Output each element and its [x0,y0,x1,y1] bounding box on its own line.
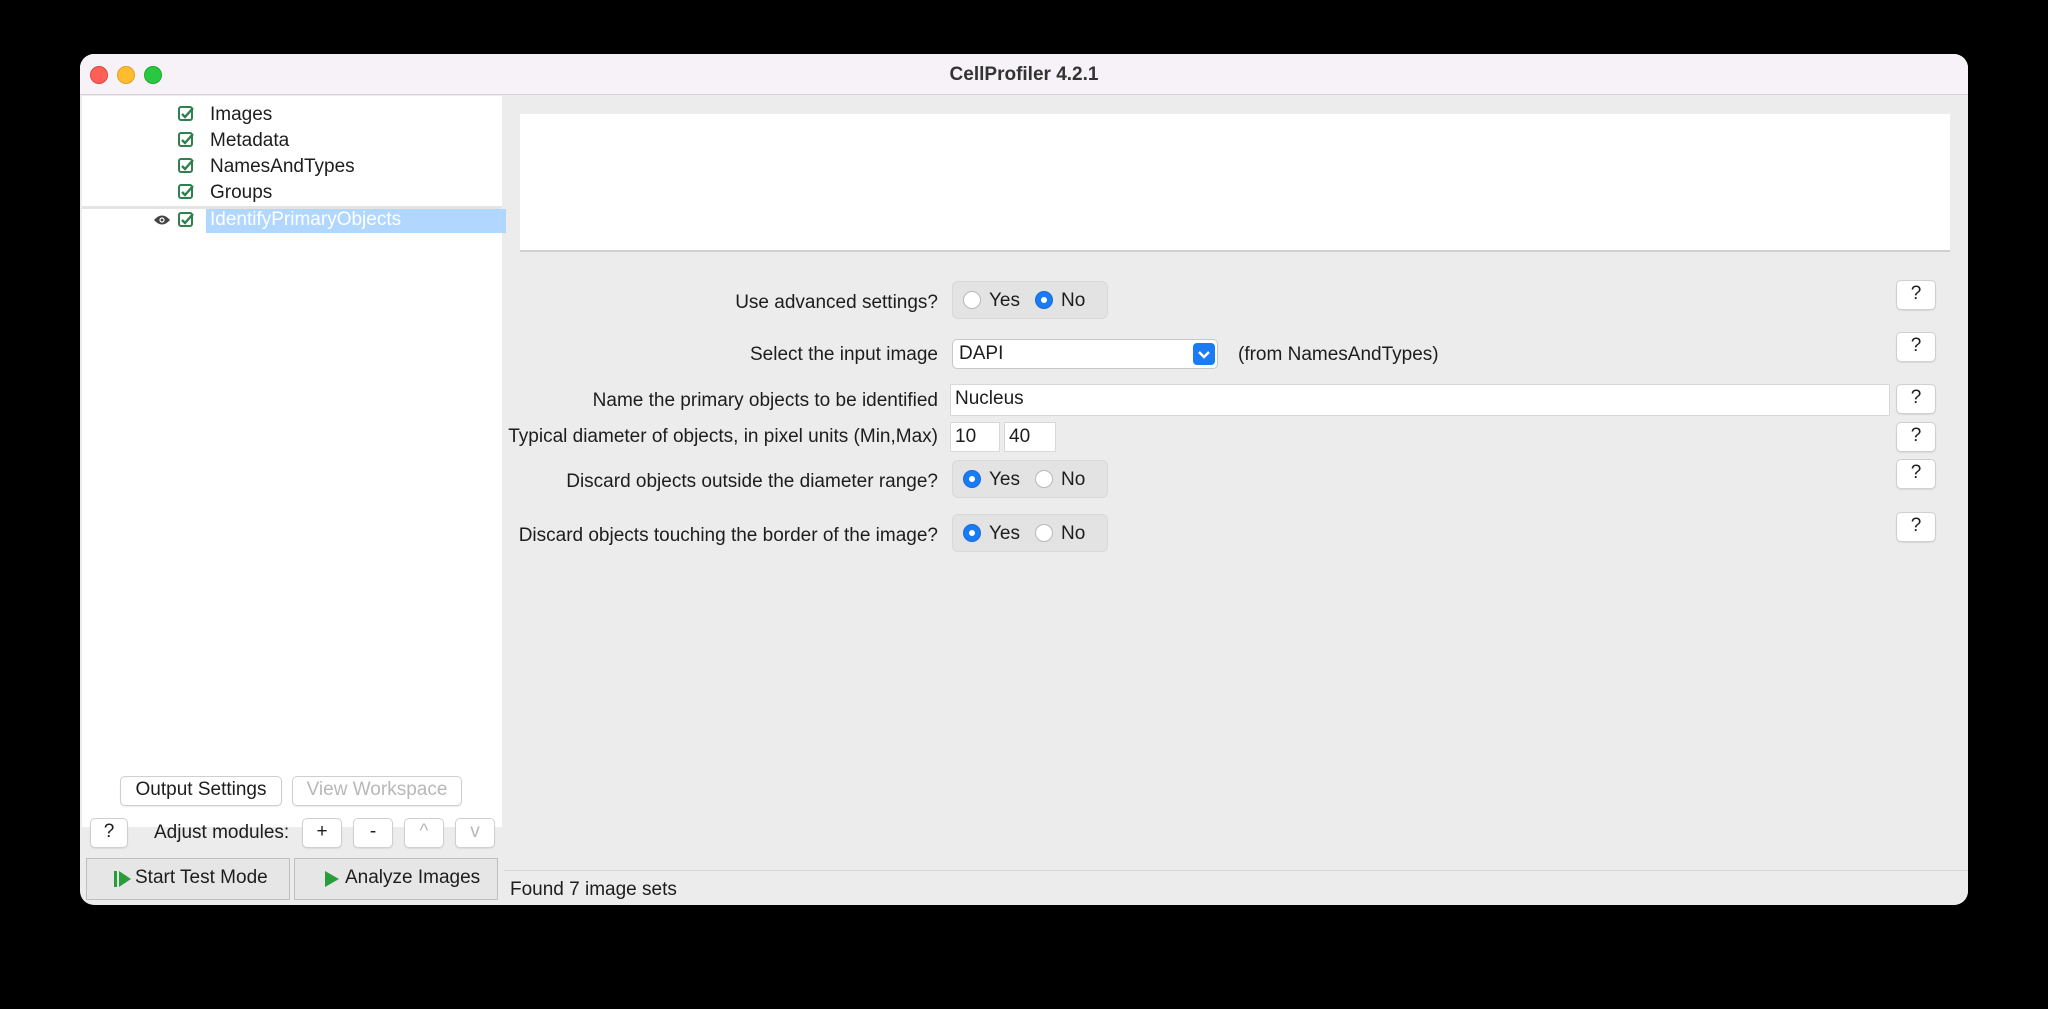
advanced-no-radio[interactable] [1035,291,1053,309]
checkbox-checked-icon[interactable] [178,212,194,228]
view-workspace-button[interactable]: View Workspace [292,776,462,806]
help-button[interactable]: ? [90,818,128,848]
help-button[interactable]: ? [1896,332,1936,362]
help-button[interactable]: ? [1896,422,1936,452]
advanced-settings-label: Use advanced settings? [735,292,938,313]
module-label: Metadata [210,130,290,151]
start-test-mode-button[interactable]: Start Test Mode [86,858,290,900]
help-button[interactable]: ? [1896,280,1936,310]
input-image-value: DAPI [959,343,1004,364]
radio-label: Yes [989,523,1020,544]
radio-label: No [1061,523,1086,544]
diameter-label: Typical diameter of objects, in pixel un… [508,426,938,447]
checkbox-checked-icon[interactable] [178,184,194,200]
checkbox-checked-icon[interactable] [178,132,194,148]
discard-outside-label: Discard objects outside the diameter ran… [566,471,938,492]
discard-outside-yes-radio[interactable] [963,470,981,488]
analyze-images-button[interactable]: Analyze Images [294,858,498,900]
input-image-select[interactable]: DAPI [952,339,1218,369]
module-label: Images [210,104,273,125]
discard-border-radio-group: Yes No [952,514,1108,552]
module-label: NamesAndTypes [210,156,355,177]
window-title: CellProfiler 4.2.1 [949,64,1099,85]
checkbox-checked-icon[interactable] [178,106,194,122]
object-name-input[interactable]: Nucleus [950,384,1890,416]
chevron-down-icon [1193,343,1215,365]
remove-module-button[interactable]: - [353,818,393,848]
eye-icon[interactable] [153,214,171,226]
module-row-metadata[interactable]: Metadata [82,128,502,154]
output-settings-button[interactable]: Output Settings [120,776,282,806]
title-bar: CellProfiler 4.2.1 [80,54,1968,95]
module-label: Groups [210,182,273,203]
move-module-down-button[interactable]: v [455,818,495,848]
discard-border-label: Discard objects touching the border of t… [518,525,938,546]
discard-outside-no-radio[interactable] [1035,470,1053,488]
start-test-mode-label: Start Test Mode [135,867,268,888]
module-row-identifyprimaryobjects[interactable]: IdentifyPrimaryObjects [82,208,506,234]
radio-label: No [1061,469,1086,490]
app-window: CellProfiler 4.2.1 Images Metadata Names… [80,54,1968,905]
discard-border-no-radio[interactable] [1035,524,1053,542]
diameter-max-input[interactable]: 40 [1004,422,1056,452]
discard-border-yes-radio[interactable] [963,524,981,542]
module-label: IdentifyPrimaryObjects [206,209,506,233]
radio-label: No [1061,290,1086,311]
advanced-yes-radio[interactable] [963,291,981,309]
status-text: Found 7 image sets [510,879,677,900]
input-image-label: Select the input image [749,344,938,365]
advanced-settings-radio-group: Yes No [952,281,1108,319]
input-image-source-note: (from NamesAndTypes) [1238,344,1439,365]
checkbox-checked-icon[interactable] [178,158,194,174]
help-button[interactable]: ? [1896,512,1936,542]
radio-label: Yes [989,290,1020,311]
help-button[interactable]: ? [1896,384,1936,414]
add-module-button[interactable]: + [302,818,342,848]
test-mode-icon [114,871,131,887]
move-module-up-button[interactable]: ^ [404,818,444,848]
module-row-images[interactable]: Images [82,102,502,128]
discard-outside-radio-group: Yes No [952,460,1108,498]
pipeline-module-list[interactable]: Images Metadata NamesAndTypes Groups Ide… [82,96,506,827]
object-name-label: Name the primary objects to be identifie… [592,390,938,411]
status-bar: Found 7 image sets [504,870,1968,905]
adjust-modules-label: Adjust modules: [154,822,290,843]
module-row-namesandtypes[interactable]: NamesAndTypes [82,154,502,180]
help-button[interactable]: ? [1896,459,1936,489]
module-row-groups[interactable]: Groups [82,180,502,206]
radio-label: Yes [989,469,1020,490]
module-notes-box[interactable] [520,114,1950,252]
analyze-images-label: Analyze Images [345,867,481,888]
play-icon [325,871,339,887]
diameter-min-input[interactable]: 10 [950,422,1000,452]
